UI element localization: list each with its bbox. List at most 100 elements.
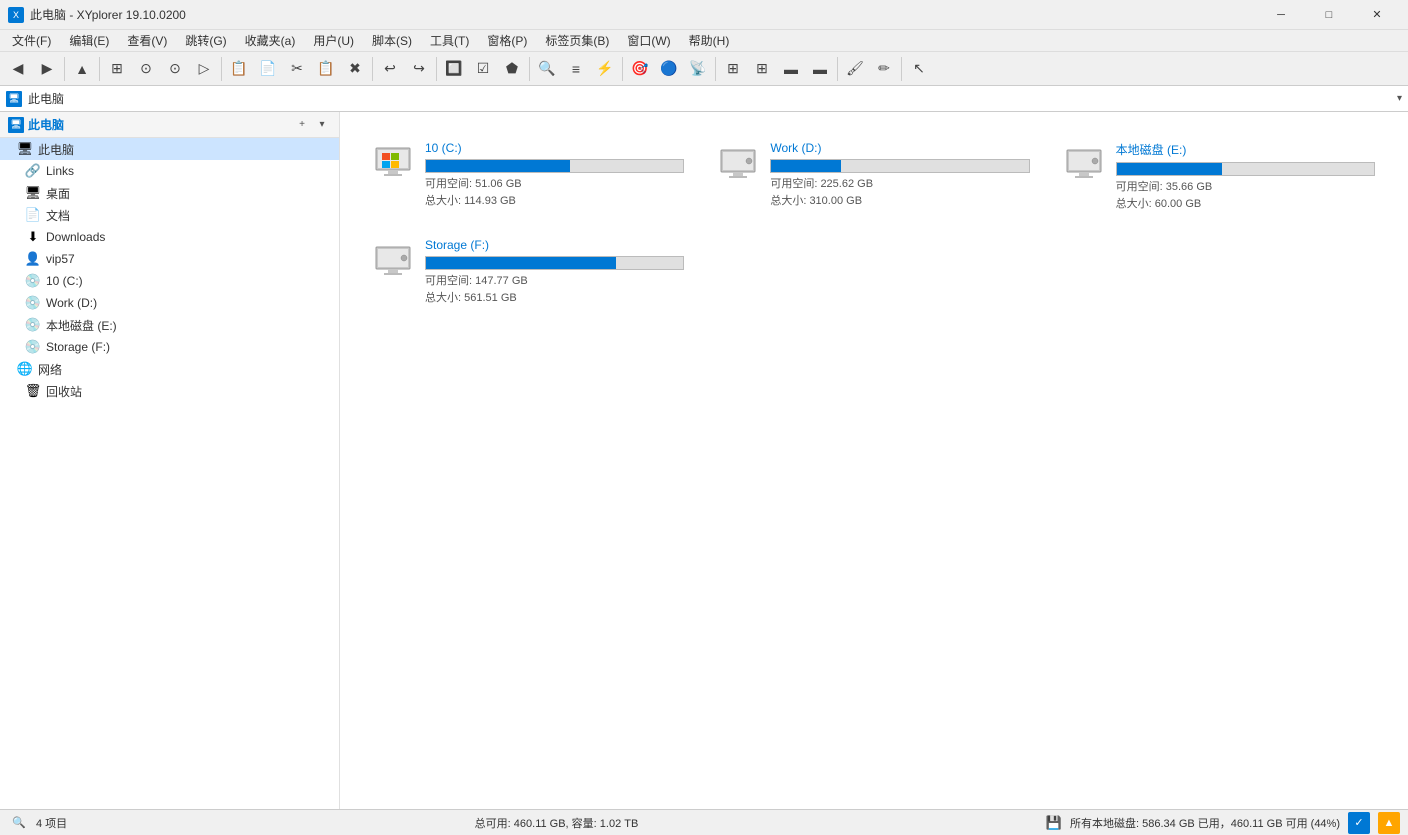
- location-button[interactable]: ⊙: [132, 55, 160, 83]
- separator-button[interactable]: ▬: [777, 55, 805, 83]
- sidebar-item-drive-d[interactable]: 💿Work (D:): [0, 292, 339, 314]
- sync-button[interactable]: 📡: [684, 55, 712, 83]
- menu-item-s[interactable]: 脚本(S): [364, 30, 420, 51]
- drive-card-c[interactable]: 10 (C:) 可用空间: 51.06 GB总大小: 114.93 GB: [356, 128, 701, 225]
- color-button[interactable]: 🖌: [841, 55, 869, 83]
- drive-card-e[interactable]: 本地磁盘 (E:)可用空间: 35.66 GB总大小: 60.00 GB: [1047, 128, 1392, 225]
- mark-button[interactable]: ⬟: [498, 55, 526, 83]
- sidebar-header-buttons[interactable]: + ▾: [293, 116, 331, 134]
- toolbar-separator: [221, 57, 222, 81]
- close-button[interactable]: ✕: [1354, 0, 1400, 30]
- copy-button[interactable]: 📋: [312, 55, 340, 83]
- app-icon: X: [8, 7, 24, 23]
- drive-bar-fill-e: [1117, 163, 1223, 175]
- split2-button[interactable]: ⊞: [748, 55, 776, 83]
- sidebar-item-label-recycle: 回收站: [46, 383, 82, 400]
- sidebar-item-downloads[interactable]: ⬇Downloads: [0, 226, 339, 248]
- menu-item-w[interactable]: 窗口(W): [619, 30, 678, 51]
- menu-item-b[interactable]: 标签页集(B): [537, 30, 617, 51]
- menu-item-a[interactable]: 收藏夹(a): [237, 30, 304, 51]
- drive-total-e: 总大小: 60.00 GB: [1116, 196, 1375, 213]
- drive-bar-container-e: [1116, 162, 1375, 176]
- sidebar-item-recycle[interactable]: 🗑回收站: [0, 380, 339, 402]
- sidebar-item-links[interactable]: 🔗Links: [0, 160, 339, 182]
- sidebar-item-network[interactable]: 🌐网络: [0, 358, 339, 380]
- menu-item-h[interactable]: 帮助(H): [681, 30, 738, 51]
- status-hdd-info: 所有本地磁盘: 586.34 GB 已用，460.11 GB 可用 (44%): [1070, 815, 1340, 831]
- sidebar-dropdown-button[interactable]: ▾: [313, 116, 331, 134]
- status-search-icon[interactable]: 🔍: [8, 812, 30, 834]
- drive-free-c: 可用空间: 51.06 GB: [425, 176, 684, 193]
- preview-button[interactable]: 🔵: [655, 55, 683, 83]
- status-warn-button[interactable]: ▲: [1378, 812, 1400, 834]
- sidebar-item-docs[interactable]: 📄文档: [0, 204, 339, 226]
- sidebar-add-button[interactable]: +: [293, 116, 311, 134]
- edit-button[interactable]: ✏: [870, 55, 898, 83]
- toolbar: ◀▶▲⊞⊙⊙▷📋📄✂📋✖↩↪🔲☑⬟🔍≡⚡🎯🔵📡⊞⊞▬▬🖌✏↖: [0, 52, 1408, 86]
- menu-item-u[interactable]: 用户(U): [305, 30, 362, 51]
- drive-total-d: 总大小: 310.00 GB: [770, 193, 1029, 210]
- drive-bar-fill-d: [771, 160, 840, 172]
- check-button[interactable]: ☑: [469, 55, 497, 83]
- toolbar-separator: [436, 57, 437, 81]
- sidebar-item-icon-this-pc: 🖥: [16, 140, 34, 158]
- filter2-button[interactable]: ⚡: [591, 55, 619, 83]
- drive-free-d: 可用空间: 225.62 GB: [770, 176, 1029, 193]
- address-dropdown-icon[interactable]: ▾: [1397, 93, 1402, 104]
- menu-item-v[interactable]: 查看(V): [119, 30, 175, 51]
- pane-button[interactable]: ▬: [806, 55, 834, 83]
- menu-item-e[interactable]: 编辑(E): [61, 30, 117, 51]
- toolbar-separator: [372, 57, 373, 81]
- sidebar-item-icon-drive-f: 💿: [24, 338, 42, 356]
- sidebar-item-drive-f[interactable]: 💿Storage (F:): [0, 336, 339, 358]
- window-title: 此电脑 - XYplorer 19.10.0200: [30, 6, 186, 23]
- sidebar-item-icon-drive-c: 💿: [24, 272, 42, 290]
- drive-icon-e: [1064, 141, 1104, 181]
- drive-total-c: 总大小: 114.93 GB: [425, 193, 684, 210]
- clipboard-button[interactable]: 📋: [225, 55, 253, 83]
- menu-item-g[interactable]: 跳转(G): [177, 30, 234, 51]
- target-button[interactable]: 🎯: [626, 55, 654, 83]
- toolbar-separator: [901, 57, 902, 81]
- drive-name-c: 10 (C:): [425, 141, 684, 155]
- status-ok-button[interactable]: ✓: [1348, 812, 1370, 834]
- sidebar-item-this-pc[interactable]: 🖥此电脑: [0, 138, 339, 160]
- undo-button[interactable]: ↩: [376, 55, 404, 83]
- drive-card-d[interactable]: Work (D:)可用空间: 225.62 GB总大小: 310.00 GB: [701, 128, 1046, 225]
- sidebar-item-vip57[interactable]: 👤vip57: [0, 248, 339, 270]
- minimize-button[interactable]: ─: [1258, 0, 1304, 30]
- split-button[interactable]: ⊞: [719, 55, 747, 83]
- forward-button[interactable]: ▶: [33, 55, 61, 83]
- cut-button[interactable]: ✂: [283, 55, 311, 83]
- back-button[interactable]: ◀: [4, 55, 32, 83]
- tile-button[interactable]: 🔲: [440, 55, 468, 83]
- status-left: 🔍 4 项目: [8, 812, 67, 834]
- search-button2[interactable]: ⊙: [161, 55, 189, 83]
- drive-total-f: 总大小: 561.51 GB: [425, 290, 684, 307]
- menu-item-p[interactable]: 窗格(P): [479, 30, 535, 51]
- delete-button[interactable]: ✖: [341, 55, 369, 83]
- sidebar-item-drive-c[interactable]: 💿10 (C:): [0, 270, 339, 292]
- sidebar-item-desktop[interactable]: 🖥桌面: [0, 182, 339, 204]
- title-bar: X 此电脑 - XYplorer 19.10.0200 ─ □ ✕: [0, 0, 1408, 30]
- menu-item-f[interactable]: 文件(F): [4, 30, 59, 51]
- window-controls[interactable]: ─ □ ✕: [1258, 0, 1400, 30]
- maximize-button[interactable]: □: [1306, 0, 1352, 30]
- play-button[interactable]: ▷: [190, 55, 218, 83]
- up-button[interactable]: ▲: [68, 55, 96, 83]
- redo-button[interactable]: ↪: [405, 55, 433, 83]
- pointer-button[interactable]: ↖: [905, 55, 933, 83]
- toolbar-separator: [715, 57, 716, 81]
- drive-icon-c: [373, 141, 413, 181]
- drive-bar-container-d: [770, 159, 1029, 173]
- find-button[interactable]: 🔍: [533, 55, 561, 83]
- drive-info-e: 本地磁盘 (E:)可用空间: 35.66 GB总大小: 60.00 GB: [1116, 141, 1375, 212]
- folder-view-button[interactable]: ⊞: [103, 55, 131, 83]
- new-file-button[interactable]: 📄: [254, 55, 282, 83]
- sidebar-item-drive-e[interactable]: 💿本地磁盘 (E:): [0, 314, 339, 336]
- drive-card-f[interactable]: Storage (F:)可用空间: 147.77 GB总大小: 561.51 G…: [356, 225, 701, 319]
- menu-item-t[interactable]: 工具(T): [422, 30, 477, 51]
- drive-info-c: 10 (C:) 可用空间: 51.06 GB总大小: 114.93 GB: [425, 141, 684, 209]
- filter-button[interactable]: ≡: [562, 55, 590, 83]
- sidebar-item-label-links: Links: [46, 164, 74, 178]
